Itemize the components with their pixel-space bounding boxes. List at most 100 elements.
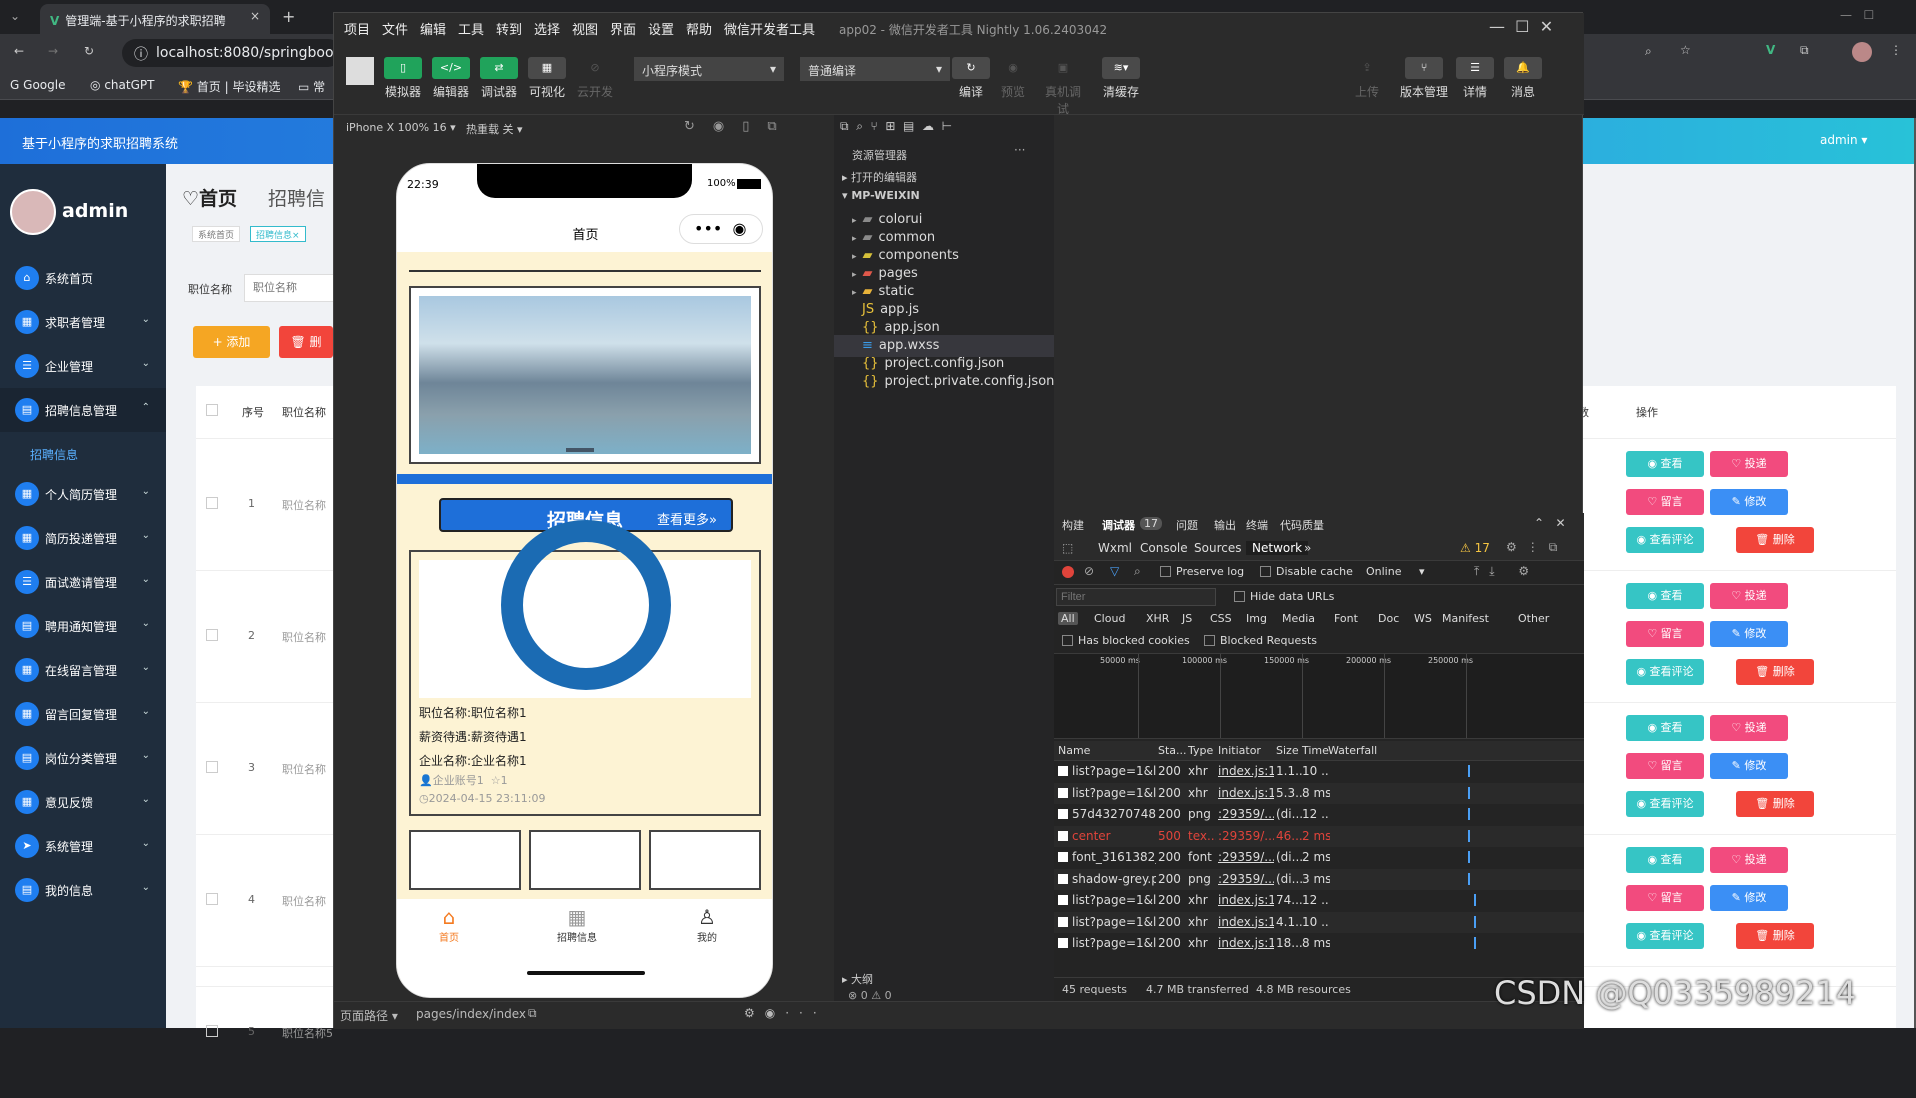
message-button[interactable]: 🔔 消息 <box>1504 57 1542 100</box>
op-view-button[interactable]: ◉ 查看 <box>1626 451 1704 477</box>
ide-avatar[interactable] <box>346 57 374 85</box>
sidebar-item[interactable]: ▦ 个人简历管理 ⌄ <box>0 472 166 516</box>
op-message-button[interactable]: ♡ 留言 <box>1626 885 1704 911</box>
hot-reload-select[interactable]: 热重载 关 ▾ <box>466 121 523 137</box>
browser-tab[interactable]: V 管理端-基于小程序的求职招聘 <box>40 4 270 34</box>
op-deliver-button[interactable]: ♡ 投递 <box>1710 847 1788 873</box>
op-deliver-button[interactable]: ♡ 投递 <box>1710 451 1788 477</box>
menu-item[interactable]: 选择 <box>534 19 560 38</box>
outline-panel[interactable]: ▸ 大纲 <box>842 971 873 987</box>
menu-item[interactable]: 文件 <box>382 19 408 38</box>
type-filter[interactable]: Img <box>1246 612 1267 625</box>
op-comment-button[interactable]: ◉ 查看评论 <box>1626 659 1704 685</box>
banner-swiper[interactable] <box>409 286 761 464</box>
throttle-select[interactable]: Online ▾ <box>1366 565 1425 578</box>
op-row-delete-button[interactable]: 🗑 删除 <box>1736 659 1814 685</box>
request-row[interactable]: 57d43270748a4...200 png:29359/...(di...12… <box>1054 804 1584 825</box>
menu-item[interactable]: 转到 <box>496 19 522 38</box>
zoom-icon[interactable]: ⌕ <box>1645 44 1652 59</box>
view-more-link[interactable]: 查看更多» <box>657 509 717 528</box>
blocked-requests-checkbox[interactable] <box>1204 635 1215 646</box>
select-all-checkbox[interactable] <box>206 404 218 416</box>
remote-debug-button[interactable]: ▣ 真机调试 <box>1044 57 1082 117</box>
row-checkbox[interactable] <box>206 893 218 905</box>
sidebar-item[interactable]: ☰ 面试邀请管理 ⌄ <box>0 560 166 604</box>
debugger-tab[interactable]: 调试器 <box>1102 517 1135 533</box>
file-item[interactable]: {} project.private.config.json <box>834 371 1054 393</box>
op-comment-button[interactable]: ◉ 查看评论 <box>1626 923 1704 949</box>
add-button[interactable]: + 添加 <box>193 326 270 358</box>
status-icons[interactable]: ⚙◉··· <box>744 1006 827 1020</box>
menu-item[interactable]: 帮助 <box>686 19 712 38</box>
op-view-button[interactable]: ◉ 查看 <box>1626 583 1704 609</box>
request-row[interactable]: list?page=1&li...200 xhr index.js:174...12… <box>1054 890 1584 911</box>
type-filter[interactable]: Other <box>1518 612 1549 625</box>
job-thumb[interactable] <box>529 830 641 890</box>
type-filter[interactable]: All <box>1058 612 1078 625</box>
op-message-button[interactable]: ♡ 留言 <box>1626 753 1704 779</box>
simulator-button[interactable]: ▯ 模拟器 <box>384 57 422 100</box>
row-checkbox[interactable] <box>206 761 218 773</box>
sidebar-item[interactable]: ▦ 求职者管理 ⌄ <box>0 300 166 344</box>
sidebar-item[interactable]: ⌂ 系统首页 <box>0 256 166 300</box>
sidebar-subitem[interactable]: 招聘信息 <box>0 432 166 472</box>
tab-search-icon[interactable]: ⌄ <box>10 9 20 23</box>
op-row-delete-button[interactable]: 🗑 删除 <box>1736 791 1814 817</box>
compile-button[interactable]: ↻ 编译 <box>952 57 990 100</box>
filter-input[interactable] <box>1056 588 1216 606</box>
clear-icon[interactable]: ⊘ <box>1084 564 1094 578</box>
upload-button[interactable]: ⇪ 上传 <box>1348 57 1386 100</box>
request-row[interactable]: list?page=1&li...200 xhr index.js:11.1...1… <box>1054 761 1584 782</box>
op-view-button[interactable]: ◉ 查看 <box>1626 847 1704 873</box>
type-filter[interactable]: CSS <box>1210 612 1232 625</box>
tag-jobs[interactable]: 招聘信息× <box>250 226 306 242</box>
column-header[interactable]: Sta... <box>1158 744 1187 757</box>
op-row-delete-button[interactable]: 🗑 删除 <box>1736 923 1814 949</box>
row-checkbox[interactable] <box>206 497 218 509</box>
sidebar-item[interactable]: ▦ 意见反馈 ⌄ <box>0 780 166 824</box>
menu-item[interactable]: 编辑 <box>420 19 446 38</box>
menu-item[interactable]: 项目 <box>344 19 370 38</box>
column-header[interactable]: Type <box>1188 744 1213 757</box>
import-export-icons[interactable]: ⤒⤓ ⚙ <box>1474 564 1539 579</box>
debugger-tab[interactable]: 构建 <box>1062 517 1084 533</box>
op-message-button[interactable]: ♡ 留言 <box>1626 621 1704 647</box>
explorer-toolbar[interactable]: ⧉ ⌕ ⑂ ⊞ ▤ ☁ ⊢ <box>834 115 1054 141</box>
editor-button[interactable]: </> 编辑器 <box>432 57 470 100</box>
tab-close-icon[interactable]: × <box>250 9 260 23</box>
sidebar-item[interactable]: ▦ 留言回复管理 ⌄ <box>0 692 166 736</box>
op-message-button[interactable]: ♡ 留言 <box>1626 489 1704 515</box>
star-icon[interactable]: ☆ <box>1680 43 1691 57</box>
debugger-tab[interactable]: 终端 <box>1246 517 1268 533</box>
type-filter[interactable]: Doc <box>1378 612 1399 625</box>
menu-icon[interactable]: ⋮ <box>1890 43 1902 57</box>
bookmark-google[interactable]: G Google <box>10 78 65 92</box>
mode-select[interactable]: 小程序模式 ▾ <box>634 57 784 81</box>
profile-avatar[interactable] <box>1852 42 1872 62</box>
back-icon[interactable]: ← <box>14 44 24 58</box>
request-row[interactable]: list?page=1&li...200 xhr index.js:14.1...1… <box>1054 911 1584 933</box>
debugger-tab[interactable]: 代码质量 <box>1280 517 1324 533</box>
menu-item[interactable]: 界面 <box>610 19 636 38</box>
cloud-button[interactable]: ⊘ 云开发 <box>576 57 614 100</box>
sidebar-item[interactable]: ▦ 在线留言管理 ⌄ <box>0 648 166 692</box>
reload-icon[interactable]: ↻ <box>84 44 94 58</box>
bookmark-home[interactable]: 🏆 首页 | 毕设精选 <box>178 78 280 95</box>
sidebar-item[interactable]: ▤ 招聘信息管理 ⌃ <box>0 388 166 432</box>
admin-user-menu[interactable]: admin ▾ <box>1820 133 1867 147</box>
type-filter[interactable]: Media <box>1282 612 1315 625</box>
column-header[interactable]: Name <box>1058 744 1090 757</box>
inspect-icon[interactable]: ⬚ <box>1062 541 1073 555</box>
sidebar-item[interactable]: ▤ 我的信息 ⌄ <box>0 868 166 912</box>
devtools-panel-tab[interactable]: Sources <box>1194 541 1241 555</box>
preview-button[interactable]: ◉ 预览 <box>994 57 1032 100</box>
collapse-icon[interactable]: ⌃ ✕ <box>1534 516 1566 530</box>
version-button[interactable]: ⑂ 版本管理 <box>1398 57 1450 100</box>
window-controls[interactable]: — ☐ <box>1840 8 1874 22</box>
type-filter[interactable]: XHR <box>1146 612 1169 625</box>
debugger-button[interactable]: ⇄ 调试器 <box>480 57 518 100</box>
copy-icon[interactable]: ⧉ <box>528 1006 537 1021</box>
open-editors[interactable]: ▸ 打开的编辑器 <box>842 169 917 185</box>
request-row[interactable]: center 500 tex...:29359/... 46... 2 ms <box>1054 825 1584 847</box>
breadcrumb-home[interactable]: ♡首页 <box>182 184 237 211</box>
